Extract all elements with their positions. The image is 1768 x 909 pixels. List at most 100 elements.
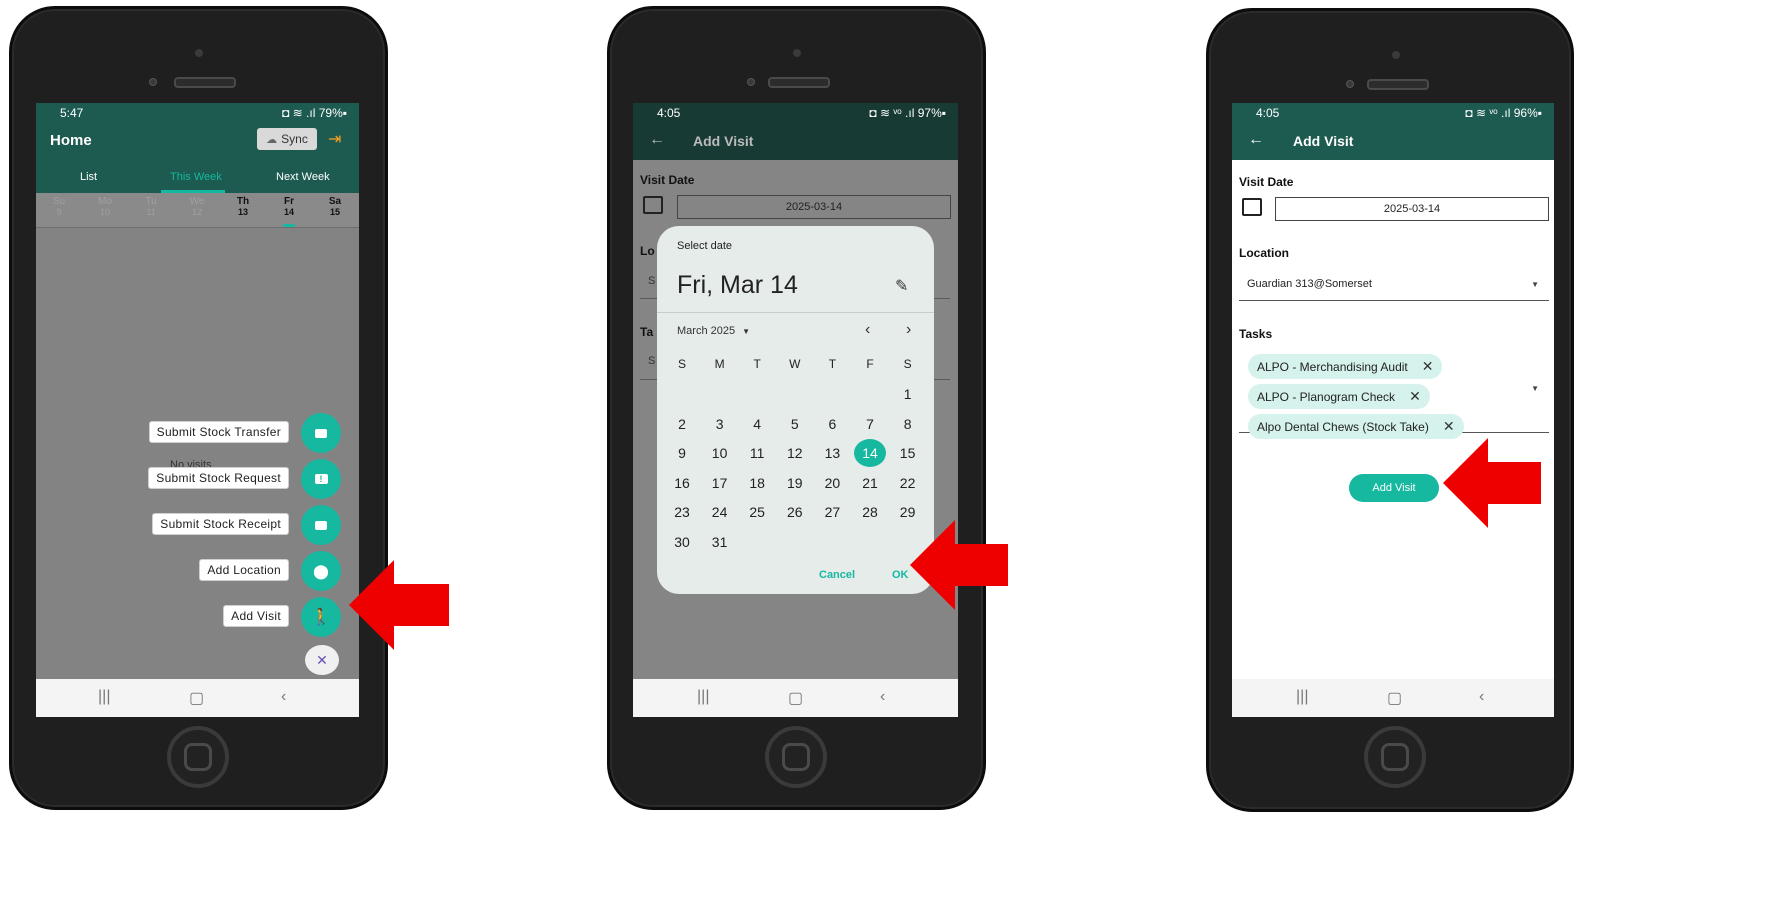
- calendar-day[interactable]: 7: [854, 412, 886, 436]
- day-fr[interactable]: Fr 14: [280, 196, 298, 217]
- task-chip[interactable]: Alpo Dental Chews (Stock Take) ✕: [1248, 414, 1464, 439]
- sync-button[interactable]: ☁ Sync: [257, 128, 317, 150]
- calendar-day[interactable]: 2: [666, 412, 698, 436]
- request-icon[interactable]: !: [301, 459, 341, 499]
- calendar-day[interactable]: 3: [704, 412, 736, 436]
- add-visit-button[interactable]: Add Visit: [1349, 474, 1439, 502]
- fab-label[interactable]: Add Visit: [223, 605, 289, 627]
- calendar-day[interactable]: 5: [779, 412, 811, 436]
- prev-month-chevron-icon[interactable]: ‹: [865, 321, 870, 339]
- calendar-day[interactable]: 30: [666, 530, 698, 554]
- fab-row-add-location[interactable]: Add Location ⬤: [141, 551, 341, 591]
- status-icons: ◘ ≋ .ıl 79%▪: [282, 106, 347, 120]
- fab-label[interactable]: Submit Stock Transfer: [148, 421, 289, 443]
- calendar-day[interactable]: 11: [741, 441, 773, 465]
- calendar-day[interactable]: 13: [816, 441, 848, 465]
- day-we[interactable]: We 12: [188, 196, 206, 217]
- fab-row-stock-transfer[interactable]: Submit Stock Transfer: [141, 413, 341, 453]
- fab-row-stock-request[interactable]: Submit Stock Request !: [141, 459, 341, 499]
- calendar-day[interactable]: 17: [704, 471, 736, 495]
- back-nav-icon[interactable]: ‹: [281, 688, 286, 706]
- status-bar: 4:05 ◘ ≋ ᵛᵒ .ıl 97%▪: [633, 103, 958, 123]
- fab-label[interactable]: Add Location: [199, 559, 289, 581]
- box-icon[interactable]: [301, 413, 341, 453]
- back-arrow-icon[interactable]: ←: [1248, 131, 1264, 149]
- calendar-day[interactable]: 28: [854, 500, 886, 524]
- remove-chip-icon[interactable]: ✕: [1409, 388, 1421, 405]
- home-button[interactable]: [167, 726, 229, 788]
- visit-date-field[interactable]: 2025-03-14: [677, 195, 951, 219]
- calendar-day[interactable]: 18: [741, 471, 773, 495]
- bg-location-value-partial: S: [648, 275, 656, 287]
- calendar-day-selected[interactable]: 14: [854, 439, 886, 468]
- calendar-day[interactable]: 4: [741, 412, 773, 436]
- calendar-day[interactable]: 25: [741, 500, 773, 524]
- location-dropdown[interactable]: Guardian 313@Somerset ▼: [1239, 268, 1549, 301]
- earpiece-speaker: [768, 77, 830, 88]
- home-button[interactable]: [1364, 726, 1426, 788]
- cancel-button[interactable]: Cancel: [819, 569, 855, 581]
- tasks-multiselect[interactable]: ALPO - Merchandising Audit ✕ ALPO - Plano…: [1239, 348, 1549, 439]
- calendar-day[interactable]: 9: [666, 441, 698, 465]
- calendar-day[interactable]: 10: [704, 441, 736, 465]
- weekday-header: S: [677, 357, 686, 371]
- remove-chip-icon[interactable]: ✕: [1443, 418, 1455, 435]
- day-mo[interactable]: Mo 10: [96, 196, 114, 217]
- recent-apps-icon[interactable]: |||: [98, 688, 110, 706]
- back-nav-icon[interactable]: ‹: [880, 688, 885, 706]
- task-chip[interactable]: ALPO - Planogram Check ✕: [1248, 384, 1430, 409]
- fab-label[interactable]: Submit Stock Receipt: [152, 513, 289, 535]
- day-sa[interactable]: Sa 15: [326, 196, 344, 217]
- next-month-chevron-icon[interactable]: ›: [906, 321, 911, 339]
- receipt-icon[interactable]: [301, 505, 341, 545]
- ok-button[interactable]: OK: [892, 569, 909, 581]
- remove-chip-icon[interactable]: ✕: [1422, 358, 1434, 375]
- visit-date-label: Visit Date: [640, 173, 695, 187]
- day-selected-indicator: [283, 224, 295, 227]
- sync-label: Sync: [281, 132, 308, 146]
- calendar-day[interactable]: 24: [704, 500, 736, 524]
- calendar-day[interactable]: 20: [816, 471, 848, 495]
- home-button[interactable]: [765, 726, 827, 788]
- calendar-day[interactable]: 27: [816, 500, 848, 524]
- recent-apps-icon[interactable]: |||: [697, 688, 709, 706]
- calendar-icon[interactable]: [1242, 198, 1262, 216]
- tab-next-week[interactable]: Next Week: [276, 171, 330, 183]
- calendar-day[interactable]: 1: [892, 382, 924, 406]
- calendar-day[interactable]: 22: [892, 471, 924, 495]
- recent-apps-icon[interactable]: |||: [1296, 688, 1308, 706]
- day-su[interactable]: Su 9: [50, 196, 68, 217]
- tab-list[interactable]: List: [80, 171, 97, 183]
- calendar-day[interactable]: 12: [779, 441, 811, 465]
- calendar-day[interactable]: 26: [779, 500, 811, 524]
- day-tu[interactable]: Tu 11: [142, 196, 160, 217]
- walking-person-icon[interactable]: 🚶: [301, 597, 341, 637]
- calendar-day[interactable]: 31: [704, 530, 736, 554]
- fab-row-add-visit[interactable]: Add Visit 🚶: [141, 597, 341, 637]
- month-year-selector[interactable]: March 2025 ▼: [677, 325, 750, 337]
- day-th[interactable]: Th 13: [234, 196, 252, 217]
- calendar-day[interactable]: 16: [666, 471, 698, 495]
- edit-pencil-icon[interactable]: ✎: [895, 276, 908, 296]
- calendar-icon[interactable]: [643, 196, 663, 214]
- calendar-day[interactable]: 6: [816, 412, 848, 436]
- calendar-day[interactable]: 23: [666, 500, 698, 524]
- calendar-day[interactable]: 15: [892, 441, 924, 465]
- home-nav-icon[interactable]: ▢: [1387, 688, 1402, 708]
- close-fab-button[interactable]: ✕: [305, 645, 339, 675]
- calendar-day[interactable]: 19: [779, 471, 811, 495]
- location-pin-icon[interactable]: ⬤: [301, 551, 341, 591]
- phone-frame-3: 4:05 ◘ ≋ ᵛᵒ .ıl 96%▪ ← Add Visit Visit D…: [1206, 8, 1574, 812]
- visit-date-field[interactable]: 2025-03-14: [1275, 197, 1549, 221]
- fab-label[interactable]: Submit Stock Request: [148, 467, 289, 489]
- home-nav-icon[interactable]: ▢: [189, 688, 204, 708]
- back-arrow-icon[interactable]: ←: [649, 131, 665, 149]
- calendar-day[interactable]: 21: [854, 471, 886, 495]
- fab-row-stock-receipt[interactable]: Submit Stock Receipt: [141, 505, 341, 545]
- task-chip[interactable]: ALPO - Merchandising Audit ✕: [1248, 354, 1443, 379]
- logout-icon[interactable]: ⇥: [328, 129, 341, 149]
- back-nav-icon[interactable]: ‹: [1479, 688, 1484, 706]
- calendar-day[interactable]: 8: [892, 412, 924, 436]
- tab-this-week[interactable]: This Week: [170, 171, 222, 183]
- home-nav-icon[interactable]: ▢: [788, 688, 803, 708]
